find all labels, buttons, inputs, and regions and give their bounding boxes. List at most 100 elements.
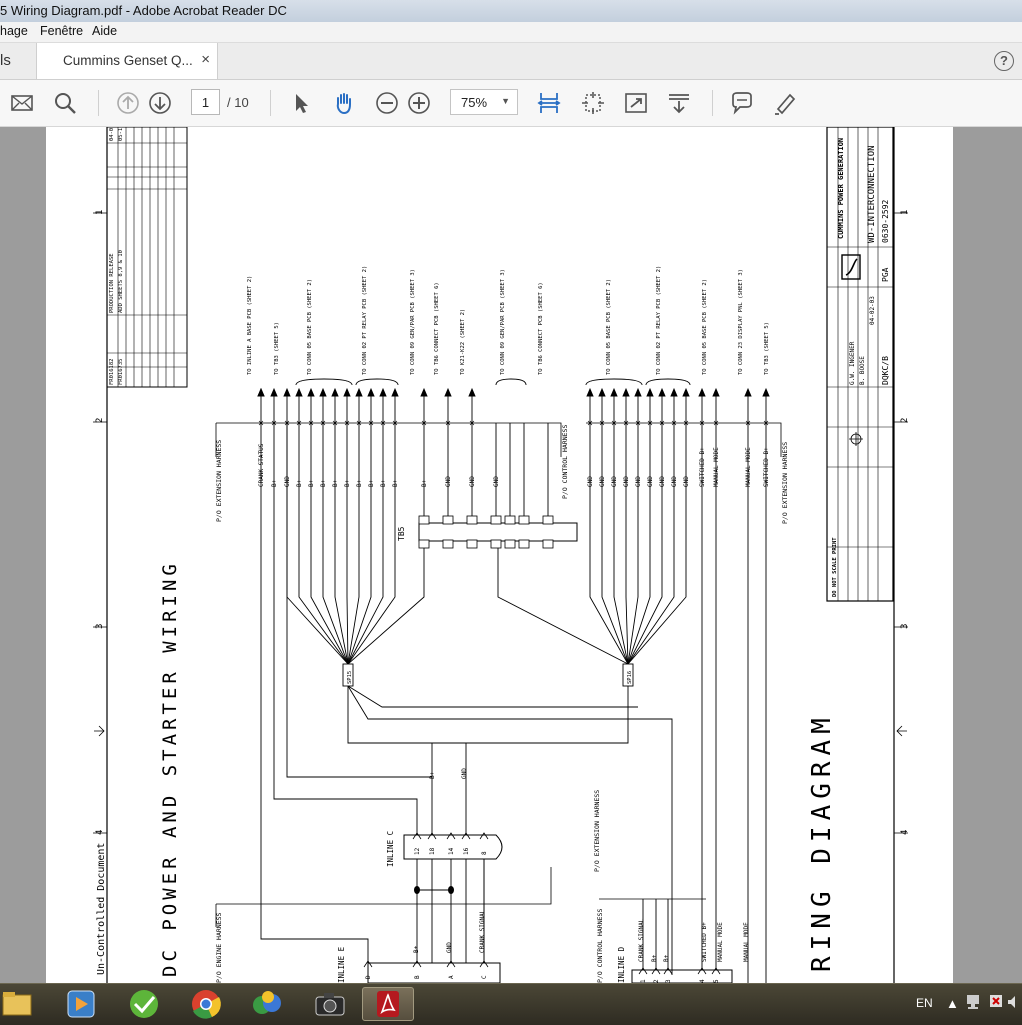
wire bbox=[286, 423, 349, 665]
group-bracket bbox=[495, 378, 527, 386]
target-labels-left: TO INLINE A BASE PCB (SHEET 2) TO TB3 (SH… bbox=[247, 266, 544, 375]
page-number-input[interactable]: 1 bbox=[191, 89, 220, 115]
tb5-terminal bbox=[504, 539, 516, 549]
explorer-icon[interactable] bbox=[0, 987, 40, 1021]
target-label: TO K21-K22 (SHEET 2) bbox=[460, 309, 466, 375]
drawing-title: DC POWER AND STARTER WIRING bbox=[159, 560, 181, 977]
wire-arrow bbox=[331, 387, 339, 397]
taskbar: EN ▲ bbox=[0, 983, 1022, 1025]
acrobat-taskbar-button[interactable] bbox=[362, 987, 414, 1021]
tb5-terminal bbox=[504, 515, 516, 525]
hand-icon[interactable] bbox=[331, 90, 357, 116]
menu-item-help[interactable]: Aide bbox=[92, 24, 117, 38]
inline-c-pin: 8 bbox=[481, 851, 488, 855]
tb5-terminal bbox=[490, 515, 502, 525]
wire-label: CRANK SIGNAL bbox=[638, 918, 645, 962]
harness-label: P/O CONTROL HARNESS bbox=[561, 425, 569, 499]
page-down-icon[interactable] bbox=[147, 90, 173, 116]
comment-icon[interactable] bbox=[729, 90, 755, 116]
target-label: TO TB3 (SHEET 5) bbox=[274, 322, 280, 375]
close-tab-icon[interactable]: × bbox=[201, 51, 210, 68]
tb5-terminal bbox=[490, 539, 502, 549]
border-number: 1 bbox=[900, 210, 910, 215]
wire-arrow bbox=[444, 387, 452, 397]
menu-item-window[interactable]: Fenêtre bbox=[40, 24, 83, 38]
wire-label: B+ bbox=[663, 954, 670, 962]
splice-sp15: SP15 bbox=[342, 663, 354, 687]
wire bbox=[347, 423, 384, 665]
language-indicator[interactable]: EN bbox=[916, 996, 933, 1010]
camera-icon[interactable] bbox=[304, 987, 356, 1021]
wire-arrow bbox=[698, 387, 706, 397]
wire-arrow bbox=[682, 387, 690, 397]
menu-item-view[interactable]: hage bbox=[0, 24, 28, 38]
tb5-terminal-block: TB5 bbox=[397, 515, 578, 549]
wire-label: B+ bbox=[392, 479, 399, 487]
wire-label: GND bbox=[284, 476, 291, 487]
messenger-icon[interactable] bbox=[242, 987, 294, 1021]
target-labels-right: TO CONN 05 BASE PCB (SHEET 2) TO CONN 02 … bbox=[606, 266, 770, 375]
page-up-icon[interactable] bbox=[115, 90, 141, 116]
revision-row: FR016182 bbox=[109, 359, 115, 386]
wire-label: GND bbox=[446, 942, 453, 953]
wire-label: GND bbox=[599, 476, 606, 487]
media-player-icon[interactable] bbox=[56, 987, 108, 1021]
wiring-diagram: 1 2 3 4 1 2 3 4 FR016182 PRODUCTION RELE… bbox=[93, 127, 910, 983]
mail-icon[interactable] bbox=[9, 90, 35, 116]
wire-label: GND bbox=[469, 476, 476, 487]
wire-label: GND bbox=[461, 768, 468, 779]
wire-label: SWITCHED B+ bbox=[763, 447, 770, 487]
wire-arrow bbox=[586, 387, 594, 397]
zoom-select[interactable]: 75% ▼ bbox=[450, 89, 518, 115]
chrome-icon[interactable] bbox=[180, 987, 232, 1021]
network-icon[interactable] bbox=[966, 993, 982, 1011]
scroll-mode-icon[interactable] bbox=[666, 90, 692, 116]
wire-label: MANUAL MODE bbox=[745, 447, 752, 487]
company-name: CUMMINS POWER GENERATION bbox=[837, 138, 845, 239]
border-number: 4 bbox=[900, 830, 910, 835]
tab-tools[interactable]: ls bbox=[0, 52, 11, 69]
splice-sp16: SP16 bbox=[622, 663, 634, 687]
help-icon[interactable]: ? bbox=[994, 51, 1014, 71]
toolbar-separator bbox=[712, 90, 713, 116]
fit-width-icon[interactable] bbox=[536, 90, 562, 116]
search-icon[interactable] bbox=[52, 90, 78, 116]
wire-label: GND bbox=[683, 476, 690, 487]
wire-label: B+ bbox=[271, 479, 278, 487]
toolbar-separator bbox=[270, 90, 271, 116]
wire-arrow bbox=[598, 387, 606, 397]
wire-arrow bbox=[762, 387, 770, 397]
wire bbox=[589, 423, 629, 665]
greenshot-icon[interactable] bbox=[118, 987, 170, 1021]
wire bbox=[346, 423, 349, 665]
zoom-out-icon[interactable] bbox=[374, 90, 400, 116]
revision-row: FR016735 bbox=[118, 359, 124, 386]
select-cursor-icon[interactable] bbox=[288, 90, 314, 116]
pga-label: PGA bbox=[881, 267, 890, 282]
wire bbox=[625, 423, 629, 665]
zoom-value: 75% bbox=[461, 95, 488, 110]
target-label: TO CONN 05 BASE PCB (SHEET 2) bbox=[307, 279, 313, 375]
fit-page-icon[interactable] bbox=[580, 90, 606, 116]
tab-document[interactable]: Cummins Genset Q... × bbox=[36, 43, 218, 79]
wire-arrow bbox=[646, 387, 654, 397]
wire-label: B+ bbox=[296, 479, 303, 487]
volume-icon[interactable] bbox=[1006, 994, 1022, 1010]
wire bbox=[601, 423, 629, 665]
group-bracket bbox=[585, 378, 643, 386]
fullscreen-icon[interactable] bbox=[623, 90, 649, 116]
action-center-icon[interactable] bbox=[988, 993, 1004, 1011]
highlight-icon[interactable] bbox=[772, 90, 798, 116]
tray-arrow-icon[interactable]: ▲ bbox=[946, 996, 959, 1011]
wire-label: GND bbox=[611, 476, 618, 487]
wire bbox=[497, 548, 629, 665]
wire-arrow bbox=[670, 387, 678, 397]
acrobat-icon bbox=[377, 991, 399, 1017]
zoom-in-icon[interactable] bbox=[406, 90, 432, 116]
inline-e-pin: C bbox=[481, 975, 488, 979]
scale-note: DO NOT SCALE PRINT bbox=[832, 537, 838, 597]
chevron-down-icon: ▼ bbox=[501, 96, 510, 106]
sp16-label: SP16 bbox=[627, 671, 633, 684]
tb5-terminal bbox=[466, 539, 478, 549]
document-viewer[interactable]: 1 2 3 4 1 2 3 4 FR016182 PRODUCTION RELE… bbox=[0, 127, 1022, 983]
